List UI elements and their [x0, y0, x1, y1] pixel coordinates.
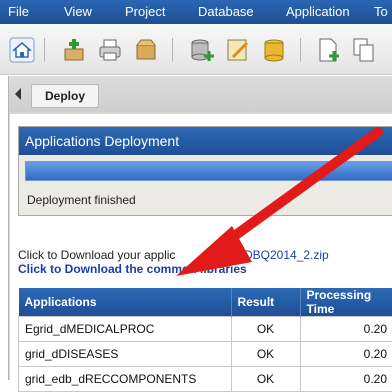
- cell-time: 0.20: [300, 317, 392, 342]
- menu-tools[interactable]: To: [374, 4, 388, 19]
- table-row[interactable]: Egrid_dMEDICALPROC OK 0.20: [19, 317, 392, 342]
- col-result: Result: [231, 288, 300, 317]
- cell-result: OK: [231, 317, 300, 342]
- box-icon[interactable]: [132, 36, 160, 64]
- collapse-arrow-icon[interactable]: [15, 88, 21, 100]
- applications-table: Applications Result Processing Time Egri…: [18, 288, 392, 392]
- cell-application: grid_edb_dRECCOMPONENTS: [19, 367, 232, 392]
- table-row[interactable]: grid_edb_dRECCOMPONENTS OK 0.20: [19, 367, 392, 392]
- toolbar-separator: [44, 38, 45, 62]
- deployment-status: Deployment finished: [27, 193, 136, 207]
- cell-result: OK: [231, 367, 300, 392]
- download-app-link[interactable]: Click to Download your applic EDBQ2014_2…: [18, 248, 175, 262]
- menu-database[interactable]: Database: [198, 4, 254, 19]
- progress-fill: [26, 162, 392, 180]
- deploy-content: Applications Deployment Deployment finis…: [10, 114, 392, 380]
- new-doc-icon[interactable]: [314, 36, 342, 64]
- deployment-title: Applications Deployment: [19, 127, 392, 155]
- download-libraries-link[interactable]: Click to Download the common libraries: [18, 262, 247, 276]
- download-app-filename[interactable]: EDBQ2014_2.zip: [236, 248, 329, 262]
- table-row[interactable]: grid_dDISEASES OK 0.20: [19, 342, 392, 367]
- print-icon[interactable]: [96, 36, 124, 64]
- cell-application: Egrid_dMEDICALPROC: [19, 317, 232, 342]
- menu-file[interactable]: File: [8, 4, 29, 19]
- table-header-row: Applications Result Processing Time: [19, 288, 392, 317]
- col-applications: Applications: [19, 288, 232, 317]
- add-icon[interactable]: [60, 36, 88, 64]
- deployment-panel: Applications Deployment Deployment finis…: [18, 126, 392, 216]
- deployment-progress-bar: [25, 161, 392, 181]
- tab-deploy[interactable]: Deploy: [31, 84, 99, 108]
- edit-icon[interactable]: [224, 36, 252, 64]
- tab-strip: Deploy: [9, 76, 392, 112]
- database-icon[interactable]: [260, 36, 288, 64]
- toolbar-separator: [300, 38, 301, 62]
- toolbar: [0, 24, 392, 75]
- cell-time: 0.20: [300, 367, 392, 392]
- deploy-window: Deploy Applications Deployment Deploymen…: [8, 76, 392, 380]
- menu-project[interactable]: Project: [125, 4, 165, 19]
- cell-time: 0.20: [300, 342, 392, 367]
- menu-view[interactable]: View: [64, 4, 92, 19]
- copy-icon[interactable]: [350, 36, 378, 64]
- col-processing-time: Processing Time: [300, 288, 392, 317]
- download-app-text[interactable]: Click to Download your applic: [18, 248, 175, 262]
- cell-application: grid_dDISEASES: [19, 342, 232, 367]
- home-icon[interactable]: [8, 36, 36, 64]
- toolbar-separator: [172, 38, 173, 62]
- menu-bar: File View Project Database Application T…: [0, 0, 392, 24]
- database-add-icon[interactable]: [188, 36, 216, 64]
- menu-application[interactable]: Application: [286, 4, 350, 19]
- cell-result: OK: [231, 342, 300, 367]
